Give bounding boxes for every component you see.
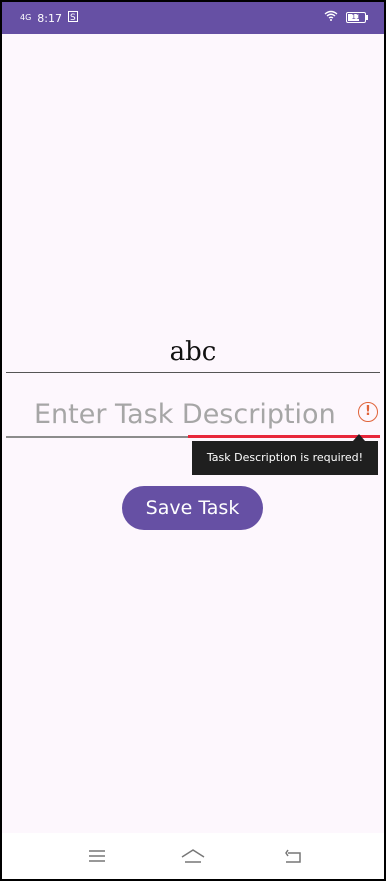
menu-icon[interactable] — [88, 847, 106, 867]
battery-icon: 11 — [346, 11, 368, 23]
save-task-button[interactable]: Save Task — [122, 486, 263, 530]
network-label: 4G — [20, 13, 32, 22]
status-left: 4G 8:17 S — [20, 11, 78, 25]
status-right: 11 — [324, 10, 368, 24]
task-title-field[interactable]: abc — [6, 332, 380, 373]
svg-text:S: S — [70, 13, 76, 22]
navigation-bar — [2, 833, 384, 879]
wifi-icon — [324, 10, 338, 24]
home-icon[interactable] — [180, 847, 206, 867]
status-bar: 4G 8:17 S 11 — [2, 2, 384, 34]
error-underline — [188, 435, 380, 438]
tooltip-arrow — [353, 434, 365, 441]
task-description-field[interactable]: ! — [6, 392, 380, 438]
app-screen: 4G 8:17 S 11 abc ! T — [2, 2, 384, 879]
task-description-input[interactable] — [32, 394, 346, 434]
s-app-icon: S — [68, 11, 78, 25]
status-time: 8:17 — [37, 11, 62, 25]
error-tooltip: Task Description is required! — [192, 441, 378, 475]
alert-icon: ! — [358, 402, 378, 422]
battery-level: 11 — [351, 12, 361, 21]
back-icon[interactable] — [284, 847, 302, 867]
